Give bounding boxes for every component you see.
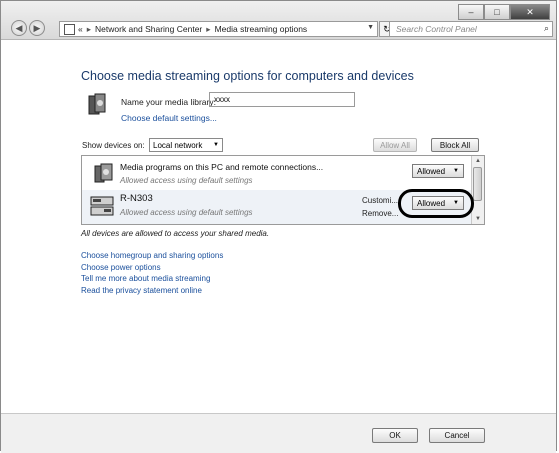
device-name: Media programs on this PC and remote con… [120, 162, 324, 172]
receiver-device-icon [90, 196, 114, 216]
allow-all-button[interactable]: Allow All [373, 138, 417, 152]
ok-button[interactable]: OK [372, 428, 418, 443]
block-all-button[interactable]: Block All [431, 138, 479, 152]
device-name: R-N303 [120, 193, 153, 204]
homegroup-sharing-link[interactable]: Choose homegroup and sharing options [81, 250, 223, 262]
main-content: Choose media streaming options for compu… [1, 39, 556, 413]
chevron-down-icon: ▼ [213, 142, 219, 148]
choose-default-settings-link[interactable]: Choose default settings... [121, 113, 217, 123]
power-options-link[interactable]: Choose power options [81, 262, 223, 274]
search-icon[interactable]: ⌕ [544, 23, 549, 34]
title-bar: – □ ✕ ◀ ▶ « ▸ Network and Sharing Center… [1, 1, 556, 40]
breadcrumb-root[interactable]: « [78, 24, 83, 34]
device-allow-value: Allowed [417, 166, 446, 176]
page-title: Choose media streaming options for compu… [81, 69, 414, 83]
device-list-scrollbar[interactable]: ▲ ▼ [471, 156, 484, 224]
library-name-label: Name your media library: [121, 97, 216, 107]
device-allow-select[interactable]: Allowed ▼ [412, 164, 464, 178]
callout-circle [398, 189, 474, 218]
maximize-button[interactable]: □ [484, 4, 510, 20]
media-programs-icon [94, 163, 113, 183]
library-name-input[interactable]: xxxx [209, 92, 355, 107]
device-actions: Customi... Remove... [362, 194, 398, 220]
breadcrumb-network-sharing[interactable]: Network and Sharing Center [95, 24, 202, 34]
access-note: All devices are allowed to access your s… [81, 229, 270, 238]
scrollbar-thumb[interactable] [473, 167, 482, 201]
breadcrumb-separator-icon: ▸ [206, 23, 211, 34]
address-dropdown-icon[interactable]: ▼ [367, 24, 374, 31]
cancel-button[interactable]: Cancel [429, 428, 485, 443]
privacy-statement-link[interactable]: Read the privacy statement online [81, 285, 223, 297]
dialog-footer: OK Cancel [1, 413, 556, 453]
scroll-up-icon[interactable]: ▲ [472, 156, 484, 166]
customize-link[interactable]: Customi... [362, 194, 398, 207]
remove-link[interactable]: Remove... [362, 207, 398, 220]
show-devices-value: Local network [153, 140, 203, 150]
device-access-status: Allowed access using default settings [120, 176, 253, 185]
control-panel-window: – □ ✕ ◀ ▶ « ▸ Network and Sharing Center… [0, 0, 557, 453]
window-controls: – □ ✕ [458, 4, 550, 20]
show-devices-select[interactable]: Local network ▼ [149, 138, 223, 152]
breadcrumb-media-streaming[interactable]: Media streaming options [215, 24, 308, 34]
breadcrumb-separator-icon: ▸ [86, 23, 92, 34]
show-devices-label: Show devices on: [82, 141, 145, 150]
address-bar[interactable]: « ▸ Network and Sharing Center ▸ Media s… [59, 21, 378, 37]
related-links: Choose homegroup and sharing options Cho… [81, 250, 223, 296]
media-streaming-info-link[interactable]: Tell me more about media streaming [81, 273, 223, 285]
media-library-icon [88, 93, 106, 115]
search-placeholder: Search Control Panel [396, 24, 477, 34]
forward-button[interactable]: ▶ [29, 20, 45, 36]
list-item[interactable]: Media programs on this PC and remote con… [82, 158, 472, 192]
control-panel-icon [64, 23, 75, 35]
minimize-button[interactable]: – [458, 4, 484, 20]
scroll-down-icon[interactable]: ▼ [472, 214, 484, 224]
device-access-status: Allowed access using default settings [120, 208, 253, 217]
back-button[interactable]: ◀ [11, 20, 27, 36]
close-button[interactable]: ✕ [510, 4, 550, 20]
search-input[interactable]: Search Control Panel ⌕ [389, 21, 553, 37]
chevron-down-icon: ▼ [453, 168, 459, 174]
